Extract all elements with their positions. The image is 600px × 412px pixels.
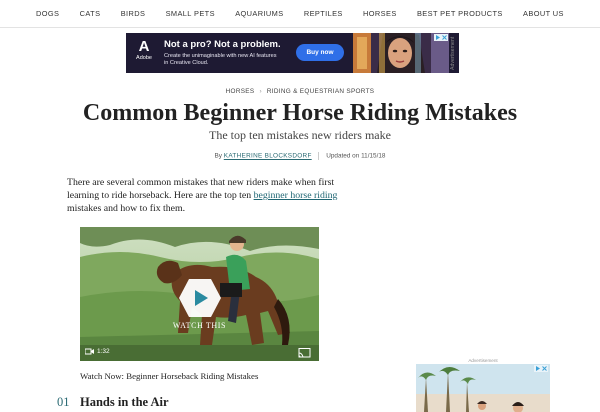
nav-item-aquariums[interactable]: AQUARIUMS bbox=[235, 9, 283, 18]
nav-item-reptiles[interactable]: REPTILES bbox=[304, 9, 343, 18]
step-heading: Hands in the Air bbox=[80, 395, 169, 409]
ad-buy-now-button[interactable]: Buy now bbox=[296, 44, 344, 61]
adobe-logo-icon: A bbox=[138, 38, 150, 55]
article-title: Common Beginner Horse Riding Mistakes bbox=[82, 100, 518, 126]
side-ad-image bbox=[416, 364, 550, 412]
breadcrumb-separator: › bbox=[259, 88, 262, 95]
nav-item-small-pets[interactable]: SMALL PETS bbox=[166, 9, 215, 18]
side-ad-label: Advertisement bbox=[468, 358, 498, 363]
beginner-horse-riding-link[interactable]: beginner horse riding bbox=[254, 190, 338, 201]
ad-label: Advertisement bbox=[450, 36, 456, 70]
nav-items: DOGS CATS BIRDS SMALL PETS AQUARIUMS REP… bbox=[36, 0, 564, 27]
intro-text-end: mistakes and how to fix them. bbox=[67, 203, 186, 214]
play-button-icon[interactable] bbox=[178, 278, 222, 318]
breadcrumb-item-riding[interactable]: RIDING & EQUESTRIAN SPORTS bbox=[267, 88, 374, 95]
author-link[interactable]: KATHERINE BLOCKSDORF bbox=[224, 153, 312, 160]
updated-date: Updated on 11/15/18 bbox=[326, 152, 386, 160]
video-camera-icon bbox=[85, 348, 94, 355]
nav-item-dogs[interactable]: DOGS bbox=[36, 9, 59, 18]
watch-this-label: WATCH THIS bbox=[172, 321, 227, 330]
video-player[interactable]: WATCH THIS 1:32 bbox=[80, 227, 319, 361]
nav-item-about-us[interactable]: ABOUT US bbox=[523, 9, 564, 18]
intro-paragraph: There are several common mistakes that n… bbox=[67, 176, 357, 215]
cast-icon[interactable] bbox=[298, 348, 311, 358]
top-navigation: DOGS CATS BIRDS SMALL PETS AQUARIUMS REP… bbox=[0, 0, 600, 28]
side-ad[interactable] bbox=[416, 364, 550, 412]
byline-divider bbox=[318, 152, 320, 160]
nav-item-horses[interactable]: HORSES bbox=[363, 9, 397, 18]
adobe-logo: A Adobe bbox=[134, 39, 154, 67]
video-duration: 1:32 bbox=[85, 348, 110, 355]
video-caption: Watch Now: Beginner Horseback Riding Mis… bbox=[80, 371, 259, 381]
breadcrumb-item-horses[interactable]: HORSES bbox=[226, 88, 255, 95]
breadcrumb: HORSES › RIDING & EQUESTRIAN SPORTS bbox=[0, 88, 600, 95]
ad-headline: Not a pro? Not a problem. bbox=[164, 39, 281, 50]
step-number: 01 bbox=[57, 395, 70, 409]
nav-item-best-pet-products[interactable]: BEST PET PRODUCTS bbox=[417, 9, 503, 18]
nav-item-birds[interactable]: BIRDS bbox=[121, 9, 146, 18]
byline: By KATHERINE BLOCKSDORF Updated on 11/15… bbox=[0, 152, 600, 160]
video-duration-text: 1:32 bbox=[97, 348, 110, 355]
ad-choices-icon[interactable] bbox=[534, 365, 548, 372]
banner-ad[interactable]: A Adobe Not a pro? Not a problem. Create… bbox=[126, 33, 459, 73]
nav-item-cats[interactable]: CATS bbox=[80, 9, 101, 18]
ad-subtext: Create the unimaginable with new AI feat… bbox=[164, 53, 277, 66]
ad-choices-icon[interactable] bbox=[434, 34, 448, 41]
adobe-logo-word: Adobe bbox=[136, 55, 152, 61]
article-subtitle: The top ten mistakes new riders make bbox=[209, 128, 391, 142]
byline-prefix: By bbox=[214, 152, 222, 160]
